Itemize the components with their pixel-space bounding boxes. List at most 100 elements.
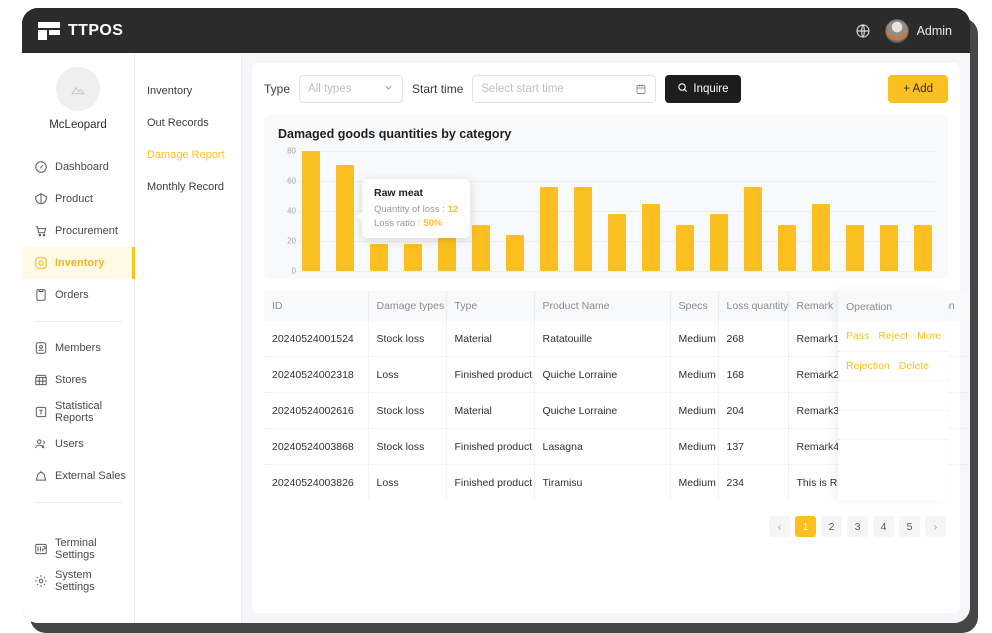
bar[interactable] [812, 203, 830, 271]
sidebar-label: Orders [55, 289, 89, 301]
start-time-input[interactable]: Select start time [472, 75, 657, 103]
bar[interactable] [370, 244, 388, 271]
user-menu[interactable]: Admin [884, 18, 952, 43]
add-button[interactable]: + Add [888, 75, 948, 103]
th-operation[interactable]: Operation [900, 291, 970, 321]
th-product-name[interactable]: Product Name [534, 291, 671, 321]
bar[interactable] [608, 214, 626, 271]
brand-name: TTPOS [68, 21, 124, 39]
bar[interactable] [914, 224, 932, 271]
th-specs[interactable]: Specs [670, 291, 719, 321]
sidebar-item-dashboard[interactable]: Dashboard [22, 151, 134, 183]
bar[interactable] [880, 224, 898, 271]
pagination-page-2[interactable]: 2 [821, 516, 842, 537]
bar[interactable] [744, 187, 762, 271]
bar[interactable] [540, 187, 558, 271]
bar[interactable] [302, 151, 320, 271]
cell-type: Material [446, 392, 535, 429]
globe-icon[interactable] [855, 23, 871, 39]
th-loss-quantity[interactable]: Loss quantity [718, 291, 789, 321]
cell-status: Pas [870, 392, 901, 429]
table-row[interactable]: 20240524002616 Stock loss Material Quiche L… [264, 392, 970, 429]
inventory-icon [35, 257, 47, 269]
th-remark[interactable]: Remark [788, 291, 871, 321]
pagination-page-1[interactable]: 1 [795, 516, 816, 537]
cell-specs: Medium [670, 321, 719, 357]
action-rejection-link[interactable]: Rejection [846, 360, 890, 372]
pagination-page-3[interactable]: 3 [847, 516, 868, 537]
cell-product: Lasagna [534, 428, 671, 465]
action-pass-link[interactable]: Pass [846, 330, 869, 342]
sidebar-item-orders[interactable]: Orders [22, 279, 134, 311]
cell-remark: This is Remark [788, 464, 871, 500]
cell-type: Finished product [446, 356, 535, 393]
pagination-prev[interactable]: ‹ [769, 516, 790, 537]
y-axis-tick: 60 [287, 176, 296, 186]
bar[interactable] [574, 187, 592, 271]
cell-type: Finished product [446, 464, 535, 500]
th-id[interactable]: ID [264, 291, 369, 321]
cell-id: 20240524003868 [264, 428, 369, 465]
y-axis-tick: 80 [287, 146, 296, 156]
inquire-button[interactable]: Inquire [665, 75, 741, 103]
avatar [884, 18, 909, 43]
bar[interactable] [336, 164, 354, 271]
table-row[interactable]: 20240524003868 Stock loss Finished product… [264, 428, 970, 465]
sidebar-item-inventory[interactable]: Inventory [22, 247, 135, 279]
org-avatar-icon [56, 67, 100, 111]
bar[interactable] [506, 235, 524, 271]
sidebar-item-product[interactable]: Product [22, 183, 134, 215]
subnav-item-monthly-record[interactable]: Monthly Record [135, 171, 241, 203]
sidebar-item-external-sales[interactable]: External Sales [22, 460, 134, 492]
subnav-item-out-records[interactable]: Out Records [135, 107, 241, 139]
sidebar-item-members[interactable]: Members [22, 332, 134, 364]
subnav-item-inventory[interactable]: Inventory [135, 75, 241, 107]
type-select[interactable]: All types [299, 75, 404, 103]
cell-type: Material [446, 321, 535, 357]
th-damage-types[interactable]: Damage types [368, 291, 447, 321]
terminal-settings-icon [35, 543, 47, 555]
bar[interactable] [642, 203, 660, 271]
gridline [300, 271, 934, 272]
ttpos-logo-icon [38, 21, 60, 40]
cell-operation [900, 428, 970, 465]
bar[interactable] [676, 224, 694, 271]
sidebar-item-stores[interactable]: Stores [22, 364, 134, 396]
cell-damage-type: Loss [368, 356, 447, 393]
brand-logo[interactable]: TTPOS [38, 21, 124, 40]
subnav-item-damage-report[interactable]: Damage Report [135, 139, 241, 171]
pagination-page-4[interactable]: 4 [873, 516, 894, 537]
bar[interactable] [472, 224, 490, 271]
table-row[interactable]: 20240524003826 Loss Finished product Tirami… [264, 464, 970, 500]
start-time-placeholder: Select start time [481, 83, 564, 95]
th-type[interactable]: Type [446, 291, 535, 321]
sidebar-item-procurement[interactable]: Procurement [22, 215, 134, 247]
th-status[interactable]: Sta [870, 291, 901, 321]
cell-remark: Remark4 [788, 428, 871, 465]
type-select-value: All types [308, 83, 352, 95]
sidebar-divider-1 [34, 321, 122, 322]
calendar-icon[interactable] [635, 83, 647, 95]
pagination-next[interactable]: › [925, 516, 946, 537]
action-reject-link[interactable]: Reject [878, 330, 908, 342]
cell-specs: Medium [670, 464, 719, 500]
top-bar: TTPOS Admin [22, 8, 970, 53]
bar[interactable] [846, 224, 864, 271]
bar-chart: 80 60 40 20 0 Raw meat Quantity of loss :12 [274, 147, 934, 276]
bar[interactable] [778, 224, 796, 271]
bar[interactable] [404, 244, 422, 271]
sidebar-label: Users [55, 438, 84, 450]
sidebar-item-users[interactable]: Users [22, 428, 134, 460]
action-delete-link[interactable]: Delete [899, 360, 929, 372]
cell-id: 20240524001524 [264, 321, 369, 357]
bar[interactable] [710, 214, 728, 271]
system-settings-icon [35, 575, 47, 587]
sidebar-item-statistical-reports[interactable]: Statistical Reports [22, 396, 134, 428]
cell-damage-type: Stock loss [368, 321, 447, 357]
pagination-page-5[interactable]: 5 [899, 516, 920, 537]
sidebar-item-system-settings[interactable]: System Settings [22, 565, 134, 597]
sidebar-label: Members [55, 342, 101, 354]
sidebar-item-terminal-settings[interactable]: Terminal Settings [22, 533, 134, 565]
action-more-link[interactable]: More [917, 330, 941, 342]
